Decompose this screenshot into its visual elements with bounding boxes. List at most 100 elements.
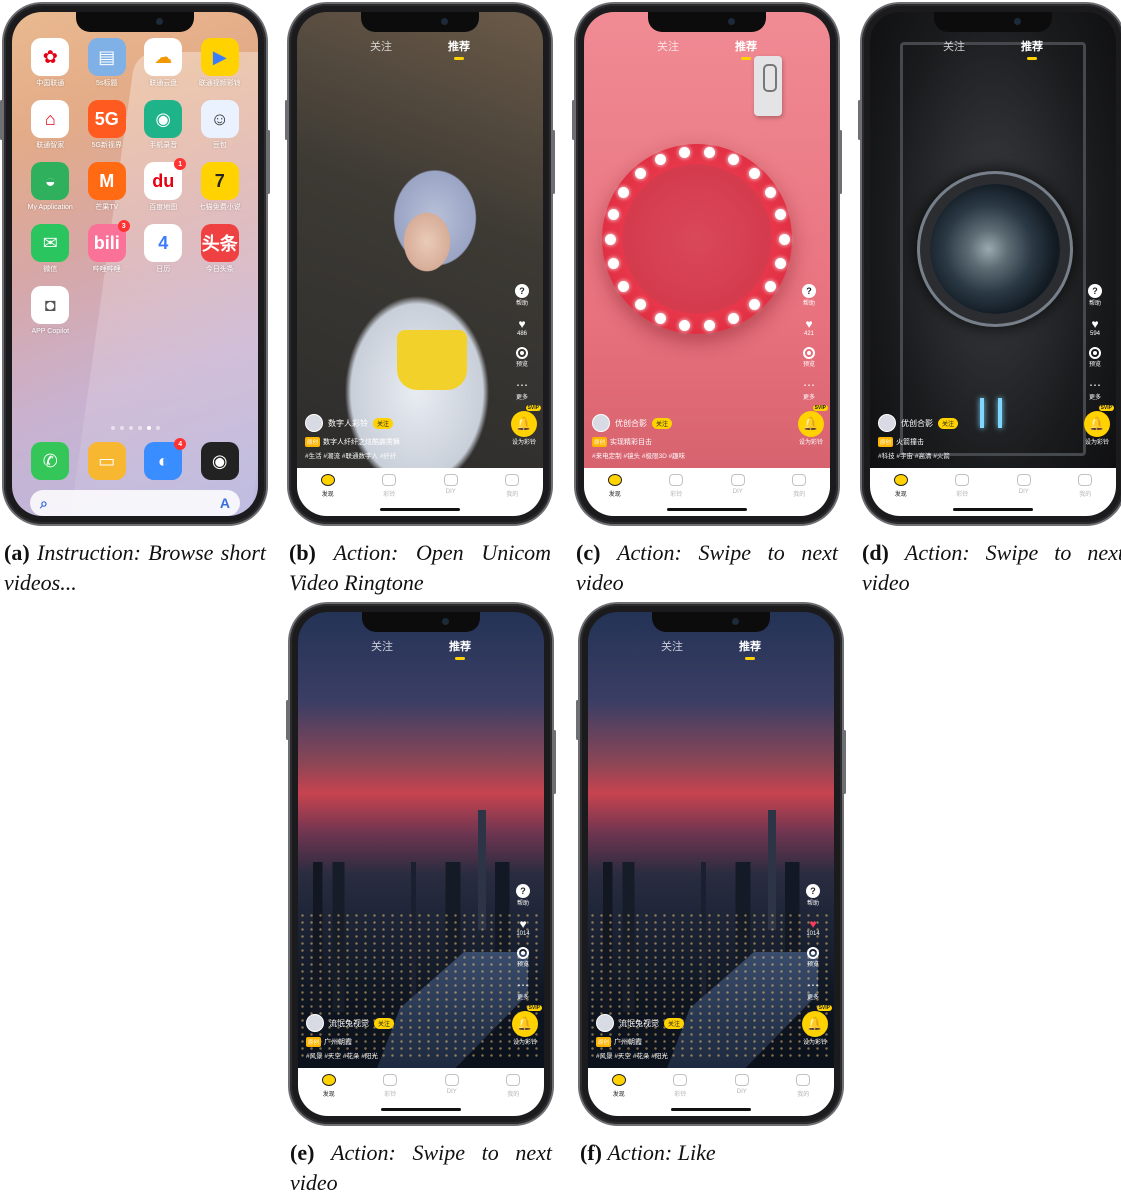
tab-recommend[interactable]: 推荐 [449, 638, 471, 660]
more-button[interactable]: ⋯ 更多 [515, 378, 529, 401]
help-button[interactable]: ? 帮助 [515, 284, 529, 307]
follow-button[interactable]: 关注 [374, 1017, 395, 1029]
app-qimao[interactable]: 7 七猫免费小说 [192, 162, 249, 212]
like-button[interactable]: ♥ 421 [802, 317, 816, 337]
nav-item-mine[interactable]: 我的 [506, 1074, 521, 1098]
nav-item-discover[interactable]: 发现 [893, 474, 908, 498]
app-bilibili[interactable]: bili 3 哔哩哔哩 [79, 220, 136, 274]
hashtags[interactable]: #科技 #宇宙 #高清 #火箭 [878, 450, 1072, 460]
preview-button[interactable]: 预览 [806, 947, 819, 968]
hashtags[interactable]: #来电定制 #镜头 #极限3D #趣味 [592, 450, 786, 460]
app-calendar[interactable]: 4 日历 [135, 224, 192, 274]
like-button[interactable]: ♥ 486 [515, 317, 529, 337]
nav-item-diy[interactable]: DIY [1016, 474, 1031, 495]
search-bar[interactable]: ⌕ A [30, 490, 240, 516]
set-ringtone-button[interactable]: 🔔 SVIP 设为彩铃 [511, 405, 541, 446]
hashtags[interactable]: #风景 #天空 #花朵 #阳光 [596, 1050, 790, 1060]
app-toutiao[interactable]: 头条 今日头条 [192, 224, 249, 274]
set-ringtone-button[interactable]: 🔔 SVIP 设为彩铃 [1084, 405, 1114, 446]
nav-item-discover[interactable]: 发现 [611, 1074, 626, 1098]
app-voice-recorder[interactable]: ◉ 手机录音 [135, 100, 192, 150]
nav-item-diy[interactable]: DIY [444, 1074, 459, 1095]
help-button[interactable]: ? 帮助 [802, 284, 816, 307]
tab-recommend[interactable]: 推荐 [739, 638, 761, 660]
set-ringtone-button[interactable]: 🔔 SVIP 设为彩铃 [798, 405, 828, 446]
nav-item-ringtone[interactable]: 彩铃 [669, 474, 684, 498]
author-name[interactable]: 流氓兔视觉 [619, 1018, 659, 1029]
avatar[interactable] [305, 414, 323, 432]
app-label: APP Copilot [31, 328, 70, 335]
avatar[interactable] [306, 1014, 324, 1032]
video-info: 流氓兔视觉 关注 原创 广州朝霞 #风景 #天空 #花朵 #阳光 [596, 1014, 790, 1060]
follow-button[interactable]: 关注 [664, 1017, 685, 1029]
more-button[interactable]: ⋯ 更多 [1088, 378, 1102, 401]
like-button[interactable]: ♥ 594 [1088, 317, 1102, 337]
tab-follow[interactable]: 关注 [657, 38, 679, 54]
set-ringtone-button[interactable]: 🔔 SVIP 设为彩铃 [802, 1005, 832, 1046]
follow-button[interactable]: 关注 [373, 417, 394, 429]
more-button[interactable]: ⋯ 更多 [806, 978, 820, 1001]
follow-button[interactable]: 关注 [938, 417, 959, 429]
nav-item-mine[interactable]: 我的 [1078, 474, 1093, 498]
author-name[interactable]: 优创合影 [615, 418, 647, 429]
tab-recommend[interactable]: 推荐 [735, 38, 757, 60]
nav-item-ringtone[interactable]: 彩铃 [955, 474, 970, 498]
help-button[interactable]: ? 帮助 [806, 884, 820, 907]
app-video-ringtone[interactable]: ▶ 联通视频彩铃 [192, 38, 249, 88]
app-smart-home[interactable]: ⌂ 联通智家 [22, 100, 79, 150]
follow-button[interactable]: 关注 [652, 417, 673, 429]
preview-button[interactable]: 预览 [1088, 347, 1101, 368]
nav-item-discover[interactable]: 发现 [321, 1074, 336, 1098]
preview-button[interactable]: 预览 [802, 347, 815, 368]
app-doubao[interactable]: ☺ 豆包 [192, 100, 249, 150]
tab-follow[interactable]: 关注 [371, 638, 393, 654]
tab-recommend[interactable]: 推荐 [448, 38, 470, 60]
tab-follow[interactable]: 关注 [943, 38, 965, 54]
nav-item-mine[interactable]: 我的 [792, 474, 807, 498]
nav-item-discover[interactable]: 发现 [607, 474, 622, 498]
author-row: 优创合影 关注 [592, 414, 786, 432]
hashtags[interactable]: #风景 #天空 #花朵 #阳光 [306, 1050, 500, 1060]
app-china-unicom[interactable]: ✿ 中国联通 [22, 38, 79, 88]
nav-item-diy[interactable]: DIY [443, 474, 458, 495]
avatar[interactable] [596, 1014, 614, 1032]
camera-icon[interactable]: ◉ [200, 442, 239, 480]
app-mango-tv[interactable]: M 芒果TV [79, 162, 136, 212]
help-button[interactable]: ? 帮助 [1088, 284, 1102, 307]
author-name[interactable]: 数字人彩铃 [328, 418, 368, 429]
tab-follow[interactable]: 关注 [661, 638, 683, 654]
nav-item-diy[interactable]: DIY [734, 1074, 749, 1095]
preview-button[interactable]: 预览 [516, 947, 529, 968]
author-name[interactable]: 流氓兔视觉 [329, 1018, 369, 1029]
nav-item-ringtone[interactable]: 彩铃 [673, 1074, 688, 1098]
tab-recommend[interactable]: 推荐 [1021, 38, 1043, 60]
nav-item-diy[interactable]: DIY [730, 474, 745, 495]
notes-icon[interactable]: ▭ [87, 442, 126, 480]
nav-item-mine[interactable]: 我的 [796, 1074, 811, 1098]
app-notes[interactable]: ▤ 5s标题 [79, 38, 136, 88]
app-cloud-drive[interactable]: ☁ 联通云盘 [135, 38, 192, 88]
more-button[interactable]: ⋯ 更多 [516, 978, 530, 1001]
phone-icon[interactable]: ✆ [31, 442, 70, 480]
hashtags[interactable]: #生活 #潮流 #联通数字人 #纤纤 [305, 450, 499, 460]
like-button[interactable]: ♥ 1014 [806, 917, 820, 937]
app-android[interactable]: ◒ My Application [22, 162, 79, 212]
app-app-copilot[interactable]: ◘ APP Copilot [22, 286, 79, 336]
avatar[interactable] [878, 414, 896, 432]
author-name[interactable]: 优创合影 [901, 418, 933, 429]
nav-item-ringtone[interactable]: 彩铃 [382, 474, 397, 498]
help-button[interactable]: ? 帮助 [516, 884, 530, 907]
more-button[interactable]: ⋯ 更多 [802, 378, 816, 401]
like-button[interactable]: ♥ 1014 [516, 917, 530, 937]
app-5g-video[interactable]: 5G 5G新视界 [79, 100, 136, 150]
nav-item-mine[interactable]: 我的 [505, 474, 520, 498]
nav-item-discover[interactable]: 发现 [320, 474, 335, 498]
tab-follow[interactable]: 关注 [370, 38, 392, 54]
app-baidu-map[interactable]: du 1 百度地图 [135, 158, 192, 212]
nav-item-ringtone[interactable]: 彩铃 [383, 1074, 398, 1098]
browser-icon[interactable]: ◐ 4 [144, 438, 187, 480]
avatar[interactable] [592, 414, 610, 432]
app-wechat[interactable]: ✉ 微信 [22, 224, 79, 274]
preview-button[interactable]: 预览 [515, 347, 528, 368]
set-ringtone-button[interactable]: 🔔 SVIP 设为彩铃 [512, 1005, 542, 1046]
